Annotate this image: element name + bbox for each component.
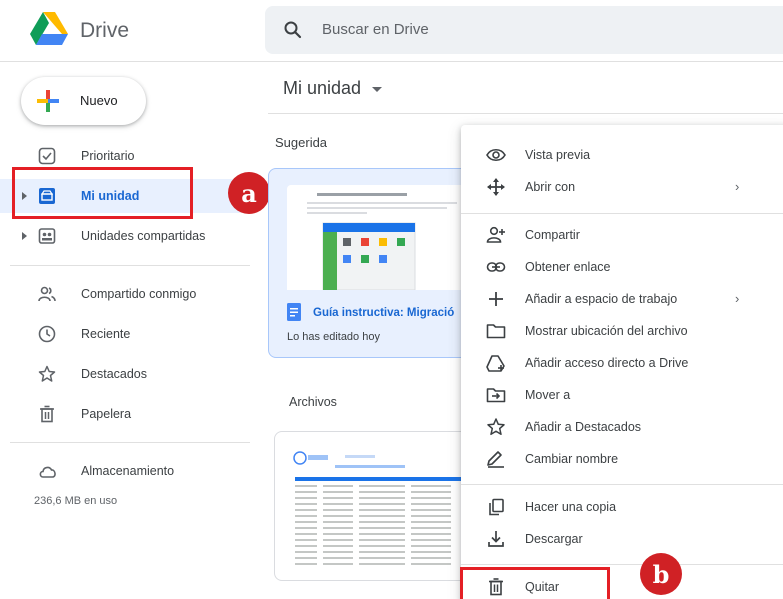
plus-icon [489, 292, 503, 306]
sidebar-divider [10, 442, 250, 443]
download-icon [488, 531, 504, 547]
folder-icon [486, 324, 506, 339]
move-to-icon [486, 388, 506, 403]
chevron-right-icon: › [735, 291, 740, 306]
menu-divider [461, 213, 783, 214]
section-heading-files: Archivos [289, 395, 337, 409]
sidebar-item-label: Prioritario [81, 149, 135, 163]
sidebar-item-label: Papelera [81, 407, 132, 421]
copy-icon [489, 498, 504, 516]
search-input[interactable]: Buscar en Drive [322, 21, 429, 38]
annotation-box-b [460, 567, 610, 599]
section-heading-suggested: Sugerida [275, 135, 328, 150]
menu-item-label: Añadir acceso directo a Drive [525, 356, 689, 370]
menu-item-anadir-espacio-trabajo[interactable]: Añadir a espacio de trabajo › [461, 283, 783, 315]
shared-drives-icon [38, 228, 56, 244]
file-card[interactable] [274, 431, 474, 581]
file-subtitle: Lo has editado hoy [287, 331, 380, 343]
menu-item-anadir-destacados[interactable]: Añadir a Destacados [461, 411, 783, 443]
brand-name: Drive [80, 19, 130, 42]
storage-usage: 236,6 MB en uso [34, 495, 118, 507]
menu-item-label: Cambiar nombre [525, 452, 619, 466]
menu-item-label: Mover a [525, 388, 571, 402]
priority-check-icon [38, 147, 56, 165]
menu-item-label: Obtener enlace [525, 260, 611, 274]
search-icon[interactable] [283, 20, 303, 40]
google-docs-icon [287, 303, 301, 321]
menu-item-label: Descargar [525, 532, 583, 546]
menu-item-label: Hacer una copia [525, 500, 617, 514]
star-icon [38, 365, 56, 382]
menu-item-descargar[interactable]: Descargar [461, 523, 783, 555]
sidebar-divider [10, 265, 250, 266]
main-divider [268, 113, 783, 114]
cloud-icon [39, 466, 56, 478]
context-menu: Vista previa Abrir con › Compartir Obten… [461, 125, 783, 599]
chevron-right-icon: › [735, 179, 740, 194]
document-preview-image [307, 193, 457, 290]
sidebar-item-label: Unidades compartidas [81, 229, 206, 243]
sidebar-item-destacados[interactable]: Destacados [0, 357, 260, 391]
sidebar-item-label: Reciente [81, 327, 131, 341]
people-icon [38, 286, 56, 302]
sidebar-item-compartido-conmigo[interactable]: Compartido conmigo [0, 277, 260, 311]
pencil-icon [487, 451, 504, 468]
move-arrows-icon [487, 178, 505, 196]
sidebar-item-label: Compartido conmigo [81, 287, 197, 301]
search-bar[interactable]: Buscar en Drive [265, 6, 783, 54]
header-divider [0, 61, 783, 62]
add-person-icon [486, 226, 505, 243]
trash-icon [40, 405, 54, 423]
sidebar-item-unidades-compartidas[interactable]: Unidades compartidas [0, 219, 260, 253]
eye-icon [486, 148, 506, 162]
file-thumbnail [287, 185, 482, 290]
file-title: Guía instructiva: Migració [313, 307, 455, 319]
sidebar-item-label: Destacados [81, 367, 148, 381]
menu-divider [461, 564, 783, 565]
suggested-file-card[interactable]: Guía instructiva: Migració Lo has editad… [268, 168, 483, 358]
expand-arrow-icon[interactable] [22, 232, 27, 240]
clock-icon [38, 325, 56, 343]
sidebar-item-almacenamiento[interactable]: Almacenamiento [0, 454, 260, 488]
menu-item-label: Compartir [525, 228, 580, 242]
menu-divider [461, 484, 783, 485]
menu-item-mover-a[interactable]: Mover a [461, 379, 783, 411]
new-button[interactable]: Nuevo [21, 77, 146, 125]
menu-item-label: Añadir a Destacados [525, 420, 642, 434]
menu-item-cambiar-nombre[interactable]: Cambiar nombre [461, 443, 783, 475]
drive-logo-icon [30, 12, 68, 45]
spreadsheet-preview-image [293, 451, 465, 565]
breadcrumb[interactable]: Mi unidad [283, 78, 361, 99]
menu-item-abrir-con[interactable]: Abrir con › [461, 171, 783, 203]
annotation-box-a [12, 167, 193, 219]
menu-item-hacer-copia[interactable]: Hacer una copia [461, 491, 783, 523]
menu-item-vista-previa[interactable]: Vista previa [461, 139, 783, 171]
menu-item-acceso-directo[interactable]: Añadir acceso directo a Drive [461, 347, 783, 379]
annotation-badge-a: a [228, 172, 270, 214]
menu-item-obtener-enlace[interactable]: Obtener enlace [461, 251, 783, 283]
shortcut-icon [486, 355, 505, 372]
sidebar-item-papelera[interactable]: Papelera [0, 397, 260, 431]
chevron-down-icon[interactable] [372, 87, 382, 92]
menu-item-label: Añadir a espacio de trabajo [525, 292, 678, 306]
annotation-badge-b: b [640, 553, 682, 595]
menu-item-label: Mostrar ubicación del archivo [525, 324, 688, 338]
link-icon [486, 262, 506, 272]
new-button-label: Nuevo [80, 93, 118, 108]
sidebar-item-reciente[interactable]: Reciente [0, 317, 260, 351]
colored-plus-icon [37, 90, 59, 112]
menu-item-label: Vista previa [525, 148, 591, 162]
sidebar-item-label: Almacenamiento [81, 464, 175, 478]
menu-item-label: Abrir con [525, 180, 576, 194]
star-icon [487, 418, 505, 436]
menu-item-compartir[interactable]: Compartir [461, 219, 783, 251]
menu-item-mostrar-ubicacion[interactable]: Mostrar ubicación del archivo [461, 315, 783, 347]
